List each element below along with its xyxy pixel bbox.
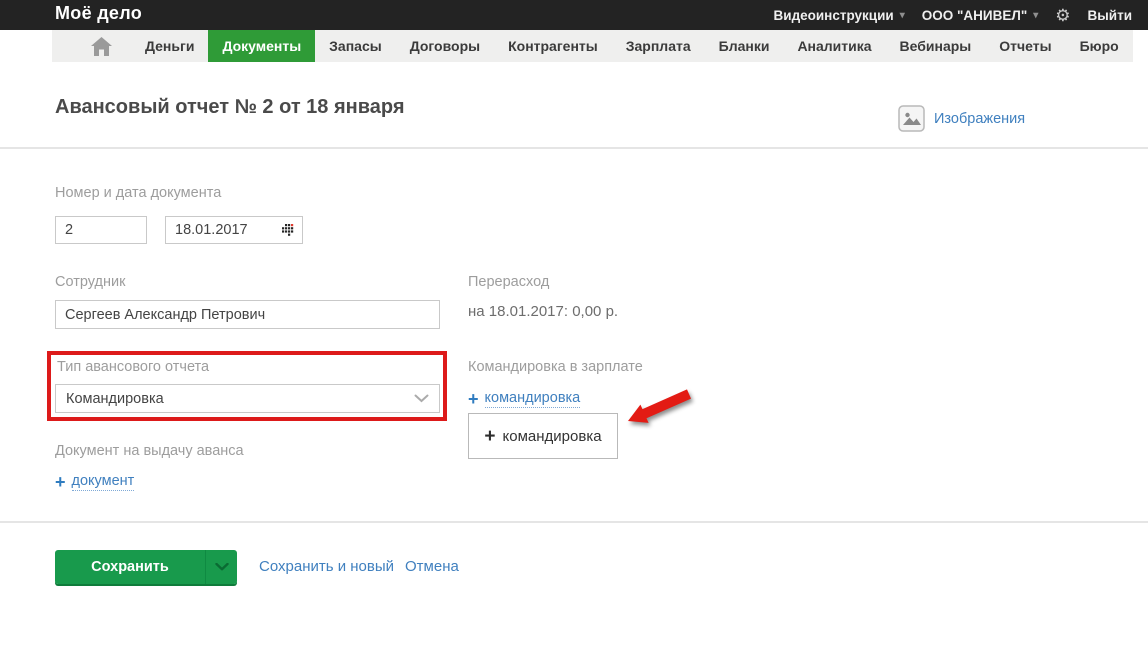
save-dropdown-toggle[interactable] bbox=[205, 550, 237, 584]
number-date-label: Номер и дата документа bbox=[55, 185, 222, 201]
save-and-new-link[interactable]: Сохранить и новый bbox=[259, 558, 394, 575]
images-link-label: Изображения bbox=[934, 110, 1026, 127]
report-type-label: Тип авансового отчета bbox=[57, 359, 210, 375]
add-trip-button-label: командировка bbox=[502, 427, 602, 445]
nav-item-counterparties[interactable]: Контрагенты bbox=[494, 30, 612, 62]
footer-divider bbox=[0, 521, 1148, 523]
save-button-group: Сохранить bbox=[55, 550, 237, 584]
add-trip-link[interactable]: + командировка bbox=[468, 389, 581, 409]
advance-doc-label: Документ на выдачу аванса bbox=[55, 443, 244, 459]
nav-item-reports[interactable]: Отчеты bbox=[985, 30, 1065, 62]
company-selector[interactable]: ООО "АНИВЕЛ" ▾ bbox=[922, 8, 1039, 23]
nav-item-webinars[interactable]: Вебинары bbox=[886, 30, 986, 62]
settings-gear-icon[interactable]: ⚙ bbox=[1055, 7, 1070, 24]
plus-icon: + bbox=[484, 425, 496, 447]
save-button[interactable]: Сохранить bbox=[55, 550, 205, 584]
chevron-down-icon bbox=[214, 563, 229, 571]
images-link[interactable]: Изображения bbox=[898, 105, 1025, 132]
home-icon bbox=[91, 36, 112, 56]
topbar: Моё дело Видеоинструкции ▾ ООО "АНИВЕЛ" … bbox=[0, 0, 1148, 30]
company-name: ООО "АНИВЕЛ" bbox=[921, 7, 1028, 23]
caret-down-icon: ▾ bbox=[1033, 9, 1039, 21]
trip-in-salary-label: Командировка в зарплате bbox=[468, 359, 643, 375]
topbar-right: Видеоинструкции ▾ ООО "АНИВЕЛ" ▾ ⚙ Выйти bbox=[774, 0, 1132, 30]
cancel-link[interactable]: Отмена bbox=[405, 558, 459, 575]
main-nav: Деньги Документы Запасы Договоры Контраг… bbox=[52, 30, 1133, 62]
nav-item-money[interactable]: Деньги bbox=[131, 30, 208, 62]
nav-home-button[interactable] bbox=[72, 30, 131, 62]
video-instructions-label: Видеоинструкции bbox=[773, 7, 894, 23]
plus-icon: + bbox=[55, 472, 66, 492]
employee-input[interactable] bbox=[55, 300, 440, 329]
nav-item-contracts[interactable]: Договоры bbox=[396, 30, 494, 62]
header-divider bbox=[0, 147, 1148, 149]
video-instructions-menu[interactable]: Видеоинструкции ▾ bbox=[774, 8, 905, 23]
nav-item-documents[interactable]: Документы bbox=[208, 30, 316, 62]
chevron-down-icon bbox=[414, 394, 429, 403]
annotation-arrow bbox=[628, 389, 691, 423]
document-number-input[interactable] bbox=[55, 216, 147, 244]
calendar-icon[interactable] bbox=[282, 224, 295, 236]
nav-item-forms[interactable]: Бланки bbox=[705, 30, 784, 62]
image-icon bbox=[898, 105, 925, 132]
logout-label: Выйти bbox=[1087, 7, 1133, 23]
app-logo[interactable]: Моё дело bbox=[55, 3, 142, 24]
plus-icon: + bbox=[468, 389, 479, 409]
nav-item-analytics[interactable]: Аналитика bbox=[783, 30, 885, 62]
document-date-field bbox=[165, 216, 303, 244]
add-document-label: документ bbox=[71, 473, 135, 491]
overspend-label: Перерасход bbox=[468, 274, 550, 290]
add-trip-button[interactable]: + командировка bbox=[468, 413, 618, 459]
add-document-link[interactable]: + документ bbox=[55, 472, 135, 492]
add-trip-link-label: командировка bbox=[484, 390, 581, 408]
report-type-value: Командировка bbox=[66, 390, 164, 407]
overspend-value: на 18.01.2017: 0,00 р. bbox=[468, 303, 619, 320]
nav-item-bureau[interactable]: Бюро bbox=[1066, 30, 1133, 62]
employee-label: Сотрудник bbox=[55, 274, 126, 290]
page-title: Авансовый отчет № 2 от 18 января bbox=[55, 96, 405, 118]
logout-link[interactable]: Выйти bbox=[1088, 8, 1133, 23]
nav-item-stock[interactable]: Запасы bbox=[315, 30, 396, 62]
caret-down-icon: ▾ bbox=[899, 9, 905, 21]
nav-item-salary[interactable]: Зарплата bbox=[612, 30, 705, 62]
report-type-select[interactable]: Командировка bbox=[55, 384, 440, 413]
